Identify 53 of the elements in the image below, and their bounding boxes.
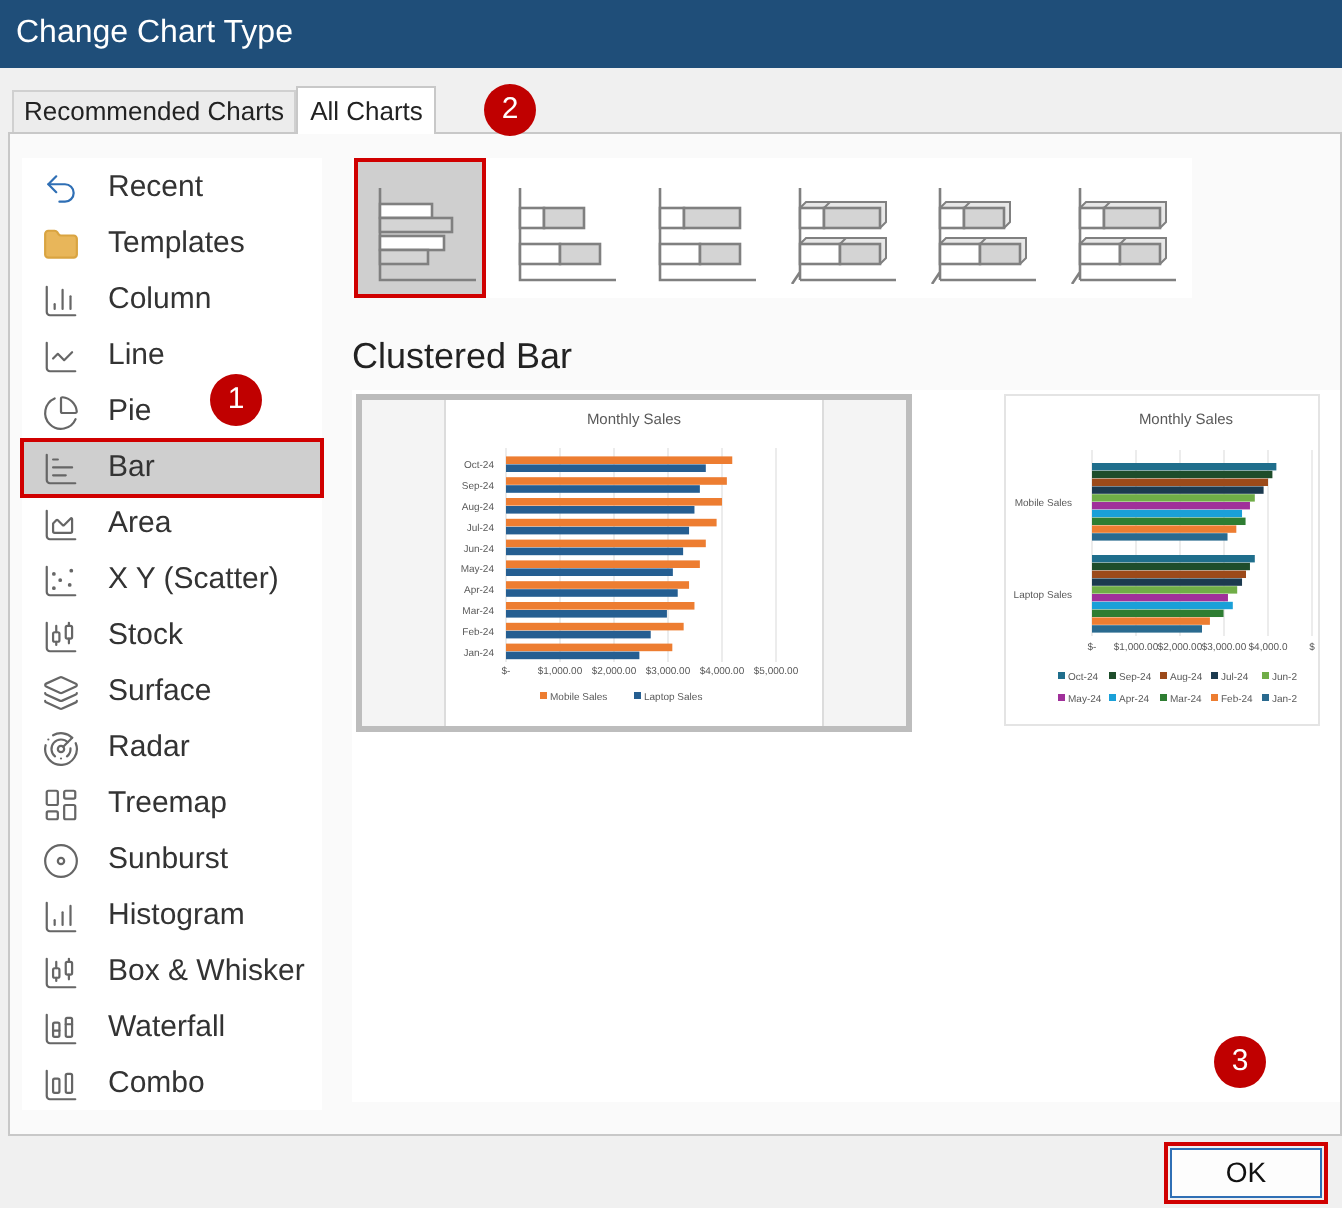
disc-icon: [42, 841, 80, 879]
tab[interactable]: All Charts: [296, 86, 437, 134]
step-number-badge: 2: [484, 84, 536, 136]
chart-type-item[interactable]: Treemap: [22, 776, 239, 832]
legend-marker: [1211, 672, 1218, 679]
box-plot-icon: [42, 953, 80, 991]
chart-type-item[interactable]: Sunburst: [22, 832, 241, 888]
line-chart-icon: [42, 337, 80, 375]
chart-type-item[interactable]: Recent: [22, 160, 216, 216]
legend-marker: [1262, 672, 1269, 679]
chart-type-item[interactable]: Histogram: [22, 888, 257, 944]
radar-icon: [42, 729, 80, 767]
pie-chart-icon: [42, 393, 80, 431]
chart-type-item[interactable]: Surface: [22, 664, 224, 720]
subtype-heading: Clustered Bar: [352, 334, 575, 378]
legend-marker: [1109, 672, 1116, 679]
column-chart-icon: [42, 281, 80, 319]
scatter-chart-icon: [42, 561, 80, 599]
legend-marker: [1160, 672, 1167, 679]
chart-type-item[interactable]: X Y (Scatter): [22, 552, 291, 608]
tab[interactable]: Recommended Charts: [12, 90, 297, 132]
chart-subtype[interactable]: [356, 160, 484, 296]
chart-type-item[interactable]: Waterfall: [22, 1000, 238, 1056]
treemap-icon: [42, 785, 80, 823]
legend-marker: [1262, 694, 1269, 701]
chart-type-item[interactable]: Pie: [22, 384, 164, 440]
chart-type-item[interactable]: Radar: [22, 720, 202, 776]
undo-arrow-icon: [42, 169, 80, 207]
area-chart-icon: [42, 505, 80, 543]
chart-type-item[interactable]: Line: [22, 328, 177, 384]
window-title: Change Chart Type: [16, 14, 293, 54]
chart-type-item[interactable]: Column: [22, 272, 224, 328]
stacked-column-chart-icon: [42, 1009, 80, 1047]
legend-marker: [1109, 694, 1116, 701]
legend-marker: [1160, 694, 1167, 701]
legend-marker: [540, 692, 547, 699]
legend-marker: [1058, 672, 1065, 679]
chart-type-item[interactable]: Stock: [22, 608, 196, 664]
column-chart-icon: [42, 1065, 80, 1103]
chart-type-item[interactable]: Templates: [22, 216, 257, 272]
chart-type-item[interactable]: Combo: [22, 1056, 217, 1112]
legend-marker: [1058, 694, 1065, 701]
ok-button[interactable]: OK: [1164, 1141, 1328, 1203]
legend-marker: [634, 692, 641, 699]
layers-icon: [42, 673, 80, 711]
folder-icon: [42, 225, 80, 263]
chart-type-item[interactable]: Bar: [22, 440, 322, 496]
chart-type-item[interactable]: Box & Whisker: [22, 944, 317, 1000]
chart-type-item[interactable]: Area: [22, 496, 184, 552]
histogram-icon: [42, 897, 80, 935]
legend-marker: [1211, 694, 1218, 701]
candlestick-chart-icon: [42, 617, 80, 655]
bar-chart-icon: [42, 449, 80, 487]
